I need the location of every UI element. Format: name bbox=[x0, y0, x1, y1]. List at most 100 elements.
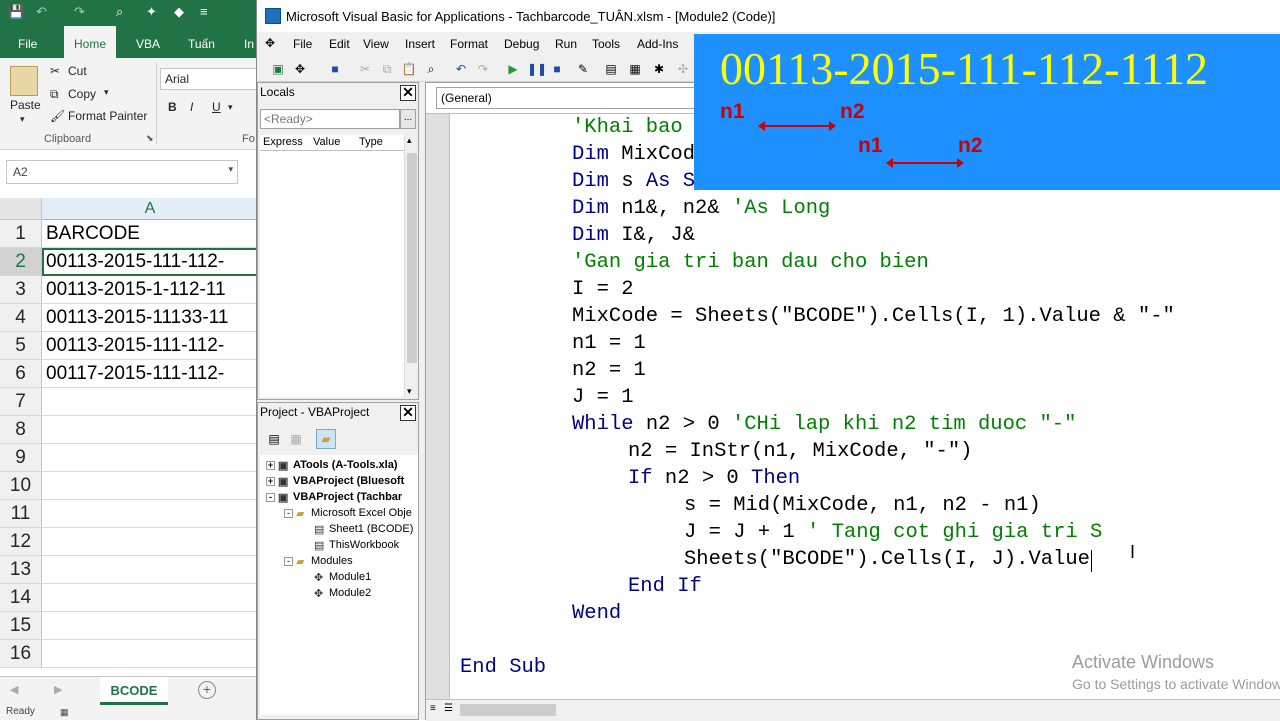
print-preview-icon[interactable]: ⌕ bbox=[116, 4, 123, 20]
format-painter-icon[interactable]: 🖌 bbox=[50, 109, 65, 123]
row-header[interactable]: 7 bbox=[0, 388, 42, 416]
code-line[interactable]: While n2 > 0 'CHi lap khi n2 tim duoc "-… bbox=[572, 413, 1076, 436]
project-tree-item[interactable]: ✥ Module2 bbox=[302, 587, 371, 600]
cut-icon[interactable]: ✂ bbox=[50, 64, 60, 78]
close-project-icon[interactable]: ✕ bbox=[400, 405, 416, 421]
row-header[interactable]: 11 bbox=[0, 500, 42, 528]
add-sheet-icon[interactable]: + bbox=[198, 681, 216, 699]
format-painter-button[interactable]: Format Painter bbox=[68, 109, 147, 123]
project-tree-item[interactable]: ✥ Module1 bbox=[302, 571, 371, 584]
module-view-icon[interactable]: ☰ bbox=[444, 703, 453, 714]
undo-icon[interactable]: ↶ bbox=[36, 4, 47, 20]
prev-sheet-icon[interactable]: ◀ bbox=[10, 683, 18, 696]
code-line[interactable]: Sheets("BCODE").Cells(I, J).Value bbox=[684, 548, 1090, 571]
menu-add-ins[interactable]: Add-Ins bbox=[637, 37, 678, 51]
copy-button[interactable]: Copy bbox=[68, 87, 96, 101]
row-header[interactable]: 5 bbox=[0, 332, 42, 360]
menu-format[interactable]: Format bbox=[450, 37, 488, 51]
code-horizontal-scrollbar[interactable]: ≡ ☰ bbox=[426, 699, 1280, 721]
menu-run[interactable]: Run bbox=[555, 37, 577, 51]
scroll-down-icon[interactable]: ▾ bbox=[407, 386, 412, 397]
menu-file[interactable]: File bbox=[293, 37, 312, 51]
break-icon[interactable]: ❚❚ bbox=[527, 61, 547, 77]
properties-window-icon[interactable]: ▦ bbox=[627, 61, 643, 77]
select-all-corner[interactable] bbox=[0, 198, 42, 220]
paste-button[interactable]: Paste bbox=[10, 98, 41, 112]
row-header[interactable]: 15 bbox=[0, 612, 42, 640]
scroll-up-icon[interactable]: ▴ bbox=[407, 135, 412, 146]
data-cell[interactable] bbox=[42, 584, 258, 612]
data-cell[interactable] bbox=[42, 556, 258, 584]
data-cell[interactable] bbox=[42, 416, 258, 444]
cut-icon[interactable]: ✂ bbox=[357, 61, 373, 77]
data-cell[interactable] bbox=[42, 444, 258, 472]
project-tree-item[interactable]: ▤ Sheet1 (BCODE) bbox=[302, 523, 413, 536]
procedure-view-icon[interactable]: ≡ bbox=[430, 703, 436, 714]
row-header[interactable]: 6 bbox=[0, 360, 42, 388]
code-line[interactable]: MixCode = Sheets("BCODE").Cells(I, 1).Va… bbox=[572, 305, 1175, 328]
locals-col-value[interactable]: Value bbox=[313, 136, 340, 148]
locals-context-field[interactable]: <Ready> bbox=[260, 109, 400, 129]
row-header[interactable]: 13 bbox=[0, 556, 42, 584]
code-line[interactable]: Dim I&, J& bbox=[572, 224, 695, 247]
find-icon[interactable]: ⌕ bbox=[423, 61, 439, 77]
insert-module-icon[interactable]: ✥ bbox=[292, 61, 308, 77]
paste-dropdown-icon[interactable]: ▾ bbox=[20, 114, 25, 125]
project-tree-item[interactable]: + ▣ ATools (A-Tools.xla) bbox=[266, 459, 398, 472]
redo-icon[interactable]: ↷ bbox=[475, 61, 491, 77]
project-tree-item[interactable]: - ▣ VBAProject (Tachbar bbox=[266, 491, 402, 504]
save-icon[interactable]: 💾 bbox=[8, 4, 24, 20]
project-tree-item[interactable]: - ▰ Microsoft Excel Obje bbox=[284, 507, 412, 520]
redo-icon[interactable]: ↷ bbox=[74, 4, 85, 20]
underline-button[interactable]: U bbox=[212, 100, 221, 114]
locals-col-expression[interactable]: Express bbox=[263, 136, 303, 148]
bird-addin-icon[interactable]: ✦ bbox=[146, 4, 157, 20]
row-header[interactable]: 16 bbox=[0, 640, 42, 668]
project-tree-item[interactable]: - ▰ Modules bbox=[284, 555, 353, 568]
design-mode-icon[interactable]: ✎ bbox=[575, 61, 591, 77]
data-cell[interactable] bbox=[42, 500, 258, 528]
underline-dropdown-icon[interactable]: ▾ bbox=[228, 102, 233, 113]
diamond-addin-icon[interactable]: ◆ bbox=[174, 4, 184, 20]
row-header[interactable]: 4 bbox=[0, 304, 42, 332]
project-tree-item[interactable]: ▤ ThisWorkbook bbox=[302, 539, 399, 552]
data-cell[interactable] bbox=[42, 472, 258, 500]
name-box[interactable]: A2 ▾ bbox=[6, 160, 238, 184]
data-cell[interactable] bbox=[42, 612, 258, 640]
code-line[interactable]: n2 = InStr(n1, MixCode, "-") bbox=[628, 440, 972, 463]
column-header-a[interactable]: A bbox=[42, 198, 258, 220]
tab-tuan[interactable]: Tuấn bbox=[178, 26, 225, 58]
data-cell[interactable] bbox=[42, 388, 258, 416]
code-line[interactable]: s = Mid(MixCode, n1, n2 - n1) bbox=[684, 494, 1041, 517]
expand-icon[interactable]: + bbox=[266, 476, 275, 486]
reset-icon[interactable]: ■ bbox=[549, 61, 565, 77]
code-line[interactable]: J = J + 1 ' Tang cot ghi gia tri S bbox=[684, 521, 1102, 544]
row-header[interactable]: 14 bbox=[0, 584, 42, 612]
row-header[interactable]: 3 bbox=[0, 276, 42, 304]
code-line[interactable]: n1 = 1 bbox=[572, 332, 646, 355]
row-header[interactable]: 10 bbox=[0, 472, 42, 500]
copy-icon[interactable]: ⧉ bbox=[50, 87, 59, 102]
object-browser-icon[interactable]: ✱ bbox=[651, 61, 667, 77]
cut-button[interactable]: Cut bbox=[68, 64, 87, 78]
view-excel-icon[interactable]: ▣ bbox=[270, 61, 286, 77]
header-cell[interactable]: BARCODE bbox=[42, 220, 258, 248]
customize-qa-icon[interactable]: ≡ bbox=[200, 4, 208, 19]
collapse-icon[interactable]: - bbox=[284, 508, 293, 518]
menu-insert[interactable]: Insert bbox=[405, 37, 435, 51]
code-line[interactable]: If n2 > 0 Then bbox=[628, 467, 800, 490]
paste-icon[interactable]: 📋 bbox=[401, 61, 417, 77]
data-cell[interactable]: 00113-2015-11133-11 bbox=[42, 304, 258, 332]
view-code-icon[interactable]: ▤ bbox=[266, 431, 282, 447]
collapse-icon[interactable]: - bbox=[266, 492, 275, 502]
menu-edit[interactable]: Edit bbox=[329, 37, 350, 51]
macro-record-icon[interactable]: ▦ bbox=[60, 707, 69, 718]
code-editor[interactable]: 'Khai bao bienDim MixCode As StringDim s… bbox=[426, 113, 1280, 700]
locals-scrollbar[interactable]: ▴ ▾ bbox=[404, 135, 418, 397]
locals-call-stack-button[interactable]: ... bbox=[400, 109, 416, 129]
data-cell[interactable]: 00113-2015-111-112- bbox=[42, 248, 258, 276]
project-explorer-icon[interactable]: ▤ bbox=[603, 61, 619, 77]
menu-tools[interactable]: Tools bbox=[592, 37, 620, 51]
code-line[interactable]: End If bbox=[628, 575, 702, 598]
italic-button[interactable]: I bbox=[190, 100, 193, 114]
